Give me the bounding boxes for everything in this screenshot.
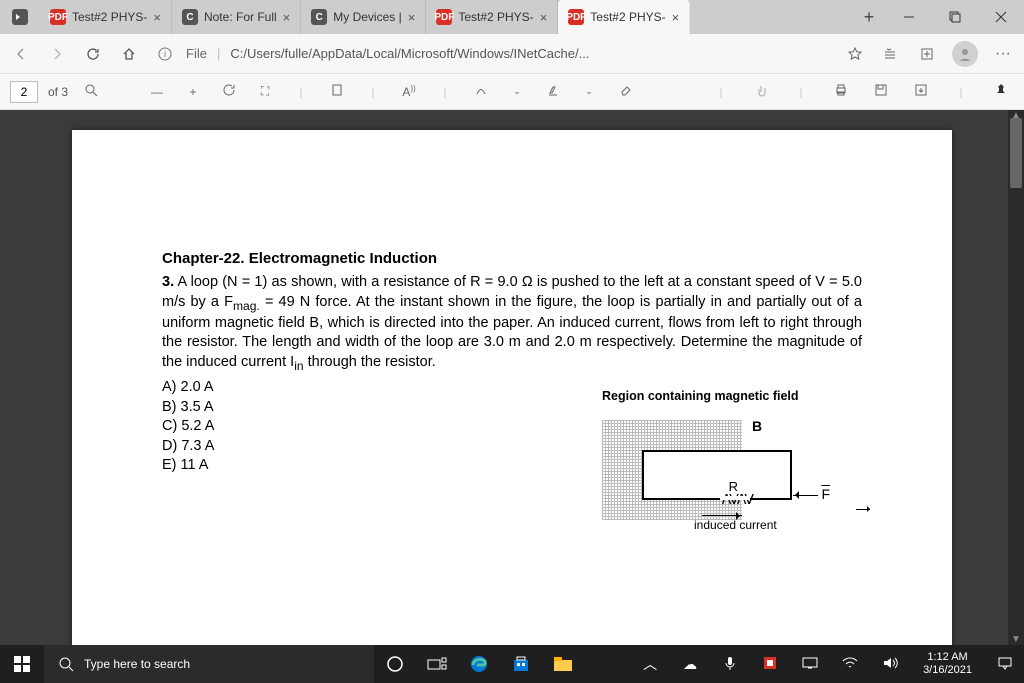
display-icon[interactable] xyxy=(797,656,823,672)
browser-tab[interactable]: C My Devices | × xyxy=(301,0,426,34)
zoom-in-button[interactable]: + xyxy=(180,85,206,99)
force-label: F xyxy=(821,486,830,502)
url-display[interactable]: i File | C:/Users/fulle/AppData/Local/Mi… xyxy=(154,43,830,65)
browser-tab[interactable]: PDF Test#2 PHYS- × xyxy=(426,0,558,34)
forward-button[interactable] xyxy=(46,43,68,65)
tab-close-icon[interactable]: × xyxy=(153,10,161,25)
new-tab-button[interactable]: + xyxy=(852,0,886,34)
pin-toolbar-button[interactable] xyxy=(988,83,1014,100)
maximize-button[interactable] xyxy=(932,0,978,34)
weather-icon[interactable]: ☁ xyxy=(677,656,703,673)
scrollbar[interactable]: ▲ ▼ xyxy=(1008,110,1024,645)
zoom-out-button[interactable]: — xyxy=(144,85,170,99)
minimize-button[interactable] xyxy=(886,0,932,34)
titlebar: PDF Test#2 PHYS- × C Note: For Full × C My Devi… xyxy=(0,0,1024,34)
chapter-heading: Chapter-22. Electromagnetic Induction xyxy=(162,250,862,267)
task-icons xyxy=(374,645,584,683)
browser-tab[interactable]: PDF Test#2 PHYS- × xyxy=(40,0,172,34)
taskbar-search[interactable]: Type here to search xyxy=(44,645,374,683)
current-arrow-icon xyxy=(702,515,742,516)
refresh-button[interactable] xyxy=(82,43,104,65)
print-button[interactable] xyxy=(828,83,854,100)
draw-button[interactable] xyxy=(468,83,494,100)
tray-chevron-icon[interactable]: ︿ xyxy=(637,654,663,674)
chegg-icon: C xyxy=(182,9,198,25)
find-button[interactable] xyxy=(78,83,104,100)
page-view-button[interactable] xyxy=(324,83,350,100)
explorer-icon[interactable] xyxy=(542,645,584,683)
close-button[interactable] xyxy=(978,0,1024,34)
loop: F R ᐱᐯᐱᐯ induced current xyxy=(642,450,792,500)
store-icon[interactable] xyxy=(500,645,542,683)
highlight-button[interactable] xyxy=(540,83,566,100)
pdf-page: Chapter-22. Electromagnetic Induction 3.… xyxy=(72,130,952,645)
draw-chevron[interactable]: ⌄ xyxy=(504,86,530,97)
tab-close-icon[interactable]: × xyxy=(540,10,548,25)
more-button[interactable]: ··· xyxy=(992,43,1014,65)
tab-close-icon[interactable]: × xyxy=(283,10,291,25)
pdf-toolbar: of 3 — + ⛶ | | A)) | ⌄ ⌄ | | | xyxy=(0,74,1024,110)
scroll-thumb[interactable] xyxy=(1010,118,1022,188)
start-button[interactable] xyxy=(0,645,44,683)
address-bar: i File | C:/Users/fulle/AppData/Local/Mi… xyxy=(0,34,1024,74)
svg-text:i: i xyxy=(164,49,166,59)
clock[interactable]: 1:12 AM 3/16/2021 xyxy=(917,651,978,676)
chegg-icon: C xyxy=(311,9,327,25)
wifi-icon[interactable] xyxy=(837,656,863,672)
tab-title: Test#2 PHYS- xyxy=(72,10,147,24)
cortana-icon[interactable] xyxy=(374,645,416,683)
tab-close-icon[interactable]: × xyxy=(408,10,416,25)
resistor-icon: ᐱᐯᐱᐯ xyxy=(722,491,752,508)
profile-button[interactable] xyxy=(952,41,978,67)
touch-button[interactable] xyxy=(748,83,774,100)
tab-close-icon[interactable]: × xyxy=(672,10,680,25)
window-controls xyxy=(886,0,1024,34)
edge-icon[interactable] xyxy=(458,645,500,683)
pdf-icon: PDF xyxy=(568,9,584,25)
rotate-button[interactable] xyxy=(216,83,242,100)
scroll-down-icon[interactable]: ▼ xyxy=(1008,634,1024,645)
read-aloud-button[interactable]: A)) xyxy=(396,84,422,99)
browser-tab[interactable]: C Note: For Full × xyxy=(172,0,301,34)
browser-tab[interactable]: PDF Test#2 PHYS- × xyxy=(558,0,690,34)
figure: Region containing magnetic field B F R ᐱ… xyxy=(602,420,862,520)
volume-icon[interactable] xyxy=(877,656,903,673)
tab-title: Test#2 PHYS- xyxy=(590,10,665,24)
favorite-button[interactable] xyxy=(844,43,866,65)
pdf-viewer[interactable]: Chapter-22. Electromagnetic Induction 3.… xyxy=(0,110,1024,645)
pdf-icon: PDF xyxy=(50,9,66,25)
notifications-icon[interactable] xyxy=(992,656,1018,673)
question-text: 3. A loop (N = 1) as shown, with a resis… xyxy=(162,273,862,374)
system-tray: ︿ ☁ 1:12 AM 3/16/2021 xyxy=(631,645,1024,683)
mic-icon[interactable] xyxy=(717,656,743,673)
tab-strip: PDF Test#2 PHYS- × C Note: For Full × C My Devi… xyxy=(40,0,852,34)
file-label: File xyxy=(186,46,207,61)
favorites-list-button[interactable] xyxy=(880,43,902,65)
save-button[interactable] xyxy=(868,83,894,100)
back-button[interactable] xyxy=(10,43,32,65)
taskview-icon[interactable] xyxy=(416,645,458,683)
tab-title: My Devices | xyxy=(333,10,401,24)
pdf-icon: PDF xyxy=(436,9,452,25)
erase-button[interactable] xyxy=(612,83,638,100)
collections-button[interactable] xyxy=(916,43,938,65)
taskbar: Type here to search ︿ ☁ 1:12 AM 3/16/202… xyxy=(0,645,1024,683)
page-input[interactable] xyxy=(10,81,38,103)
page-total: of 3 xyxy=(48,85,68,99)
app-icon xyxy=(0,0,40,34)
url-path: C:/Users/fulle/AppData/Local/Microsoft/W… xyxy=(230,46,589,61)
saveas-button[interactable] xyxy=(908,83,934,100)
highlight-chevron[interactable]: ⌄ xyxy=(576,86,602,97)
home-button[interactable] xyxy=(118,43,140,65)
info-icon: i xyxy=(154,43,176,65)
fit-button[interactable]: ⛶ xyxy=(252,84,278,99)
tab-title: Note: For Full xyxy=(204,10,277,24)
tab-title: Test#2 PHYS- xyxy=(458,10,533,24)
security-icon[interactable] xyxy=(757,656,783,673)
